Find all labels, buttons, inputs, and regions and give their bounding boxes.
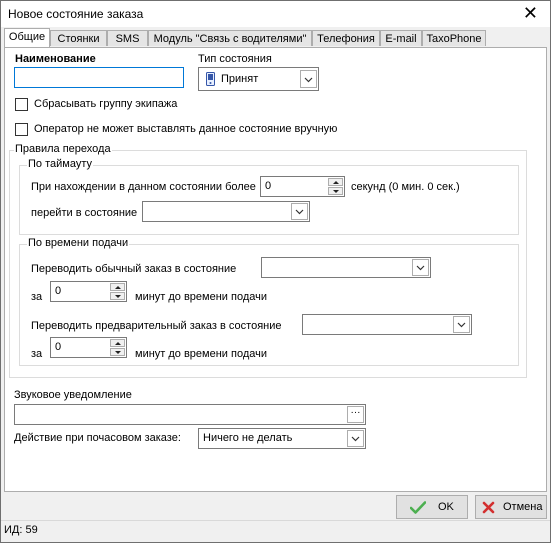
chevron-down-icon: [304, 77, 313, 83]
operator-cannot-set-label: Оператор не может выставлять данное сост…: [34, 123, 338, 135]
reset-crew-group-label: Сбрасывать группу экипажа: [34, 98, 178, 110]
preliminary-minutes-suffix: минут до времени подачи: [135, 348, 268, 360]
tab-strip: Общие Стоянки SMS Модуль "Связь с водите…: [4, 28, 547, 47]
cancel-button[interactable]: Отмена: [475, 495, 547, 519]
spin-up-button[interactable]: [110, 283, 125, 291]
regular-order-label: Переводить обычный заказ в состояние: [31, 263, 237, 275]
timeout-seconds-spinner[interactable]: 0: [260, 176, 345, 197]
tab-sms-label: SMS: [115, 33, 140, 45]
tab-driver-module-label: Модуль "Связь с водителями": [153, 33, 307, 45]
arrow-down-icon: [333, 190, 339, 193]
ellipsis-icon: ···: [350, 407, 361, 418]
arrow-up-icon: [333, 181, 339, 184]
name-input[interactable]: [14, 67, 184, 88]
preliminary-order-dropdown-button[interactable]: [453, 316, 470, 333]
timeout-when-label: При нахождении в данном состоянии более: [31, 181, 256, 193]
regular-minutes-spinner[interactable]: 0: [50, 281, 127, 302]
name-label: Наименование: [15, 53, 96, 65]
tab-email-label: E-mail: [385, 33, 417, 45]
state-type-select[interactable]: Принят: [198, 67, 319, 91]
sound-notification-input[interactable]: ···: [14, 404, 366, 425]
phone-icon: [206, 72, 215, 86]
close-icon[interactable]: ✕: [523, 3, 538, 23]
state-type-dropdown-button[interactable]: [300, 70, 317, 88]
timeout-seconds-suffix: секунд (0 мин. 0 сек.): [351, 181, 460, 193]
chevron-down-icon: [295, 209, 304, 215]
reset-crew-group-checkbox[interactable]: [15, 98, 28, 111]
window-title: Новое состояние заказа: [8, 7, 144, 21]
checkmark-icon: [410, 501, 426, 514]
dialog-window: Новое состояние заказа ✕ Общие Стоянки S…: [0, 0, 551, 543]
chevron-down-icon: [351, 436, 360, 442]
transition-rules-title: Правила перехода: [14, 143, 112, 155]
cancel-label: Отмена: [503, 501, 543, 513]
spin-down-button[interactable]: [110, 348, 125, 356]
arrow-up-icon: [115, 342, 121, 345]
timeout-title: По таймауту: [27, 158, 93, 170]
goto-state-select[interactable]: [142, 201, 310, 222]
regular-minutes-suffix: минут до времени подачи: [135, 291, 268, 303]
pickup-time-title: По времени подачи: [27, 237, 130, 249]
tab-taxophone[interactable]: TaxoPhone: [422, 30, 486, 46]
arrow-up-icon: [115, 286, 121, 289]
tab-general-label: Общие: [8, 31, 46, 43]
chevron-down-icon: [416, 265, 425, 271]
spin-up-button[interactable]: [110, 339, 125, 347]
cancel-x-icon: [482, 501, 495, 514]
regular-order-dropdown-button[interactable]: [412, 259, 429, 276]
hourly-order-dropdown-button[interactable]: [347, 430, 364, 447]
state-type-label: Тип состояния: [198, 53, 272, 65]
arrow-down-icon: [115, 351, 121, 354]
regular-za-label: за: [31, 291, 43, 303]
hourly-order-action-value: Ничего не делать: [203, 432, 293, 444]
tab-parking[interactable]: Стоянки: [50, 30, 107, 46]
status-bar: ИД: 59: [1, 521, 550, 542]
state-type-value: Принят: [221, 73, 259, 85]
arrow-down-icon: [115, 295, 121, 298]
tab-parking-label: Стоянки: [57, 33, 100, 45]
tab-driver-module[interactable]: Модуль "Связь с водителями": [148, 30, 312, 46]
goto-state-dropdown-button[interactable]: [291, 203, 308, 220]
tab-telephony[interactable]: Телефония: [312, 30, 380, 46]
timeout-seconds-value: 0: [265, 180, 272, 192]
record-id: ИД: 59: [4, 524, 38, 536]
spin-up-button[interactable]: [328, 178, 343, 186]
spin-down-button[interactable]: [110, 292, 125, 300]
sound-notification-label: Звуковое уведомление: [14, 389, 132, 401]
ok-label: OK: [438, 501, 454, 513]
preliminary-za-label: за: [31, 348, 43, 360]
tab-panel-general: Наименование Тип состояния Принят Сбрасы…: [4, 47, 547, 492]
browse-button[interactable]: ···: [347, 406, 364, 423]
tab-general[interactable]: Общие: [4, 28, 50, 47]
goto-state-label: перейти в состояние: [31, 207, 138, 219]
preliminary-minutes-spinner[interactable]: 0: [50, 337, 127, 358]
tab-email[interactable]: E-mail: [380, 30, 422, 46]
hourly-order-label: Действие при почасовом заказе:: [14, 432, 181, 444]
preliminary-order-state-select[interactable]: [302, 314, 472, 335]
operator-cannot-set-checkbox[interactable]: [15, 123, 28, 136]
tab-sms[interactable]: SMS: [107, 30, 148, 46]
tab-telephony-label: Телефония: [317, 33, 375, 45]
spin-down-button[interactable]: [328, 187, 343, 195]
ok-button[interactable]: OK: [396, 495, 468, 519]
chevron-down-icon: [457, 322, 466, 328]
regular-minutes-value: 0: [55, 285, 62, 297]
hourly-order-action-select[interactable]: Ничего не делать: [198, 428, 366, 449]
preliminary-order-label: Переводить предварительный заказ в состо…: [31, 320, 282, 332]
tab-taxophone-label: TaxoPhone: [426, 33, 482, 45]
regular-order-state-select[interactable]: [261, 257, 431, 278]
title-bar: Новое состояние заказа ✕: [1, 1, 550, 27]
preliminary-minutes-value: 0: [55, 341, 62, 353]
